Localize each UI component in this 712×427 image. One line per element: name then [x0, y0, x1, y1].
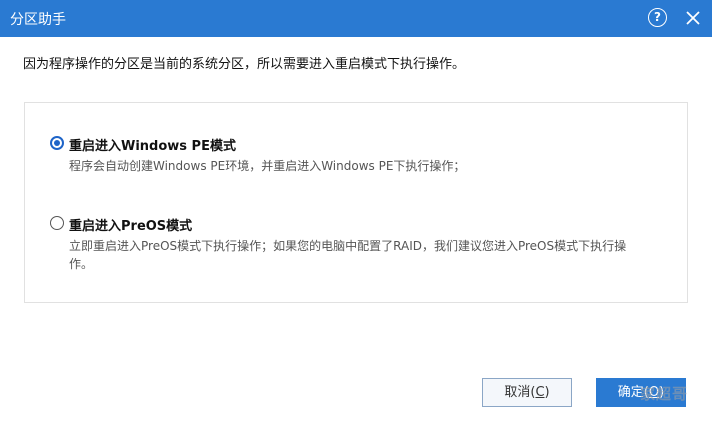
cancel-button-close: ) — [544, 385, 550, 400]
watermark: 家超哥 — [640, 385, 689, 403]
option-windows-pe-label[interactable]: 重启进入Windows PE模式 — [69, 135, 236, 154]
cancel-button-label: 取消( — [504, 385, 536, 400]
options-panel: 重启进入Windows PE模式 程序会自动创建Windows PE环境，并重启… — [24, 102, 688, 303]
help-icon[interactable]: ? — [648, 8, 667, 27]
radio-selected-dot — [54, 140, 60, 146]
close-icon[interactable] — [684, 9, 702, 27]
cancel-button[interactable]: 取消(C) — [482, 378, 572, 407]
option-windows-pe-description: 程序会自动创建Windows PE环境，并重启进入Windows PE下执行操作… — [69, 159, 466, 173]
title-bar: 分区助手 ? — [0, 0, 712, 37]
cancel-hotkey: C — [535, 385, 545, 400]
radio-windows-pe[interactable] — [50, 136, 64, 150]
radio-preos[interactable] — [50, 216, 64, 230]
option-preos-description: 立即重启进入PreOS模式下执行操作；如果您的电脑中配置了RAID，我们建议您进… — [69, 239, 627, 271]
info-message: 因为程序操作的分区是当前的系统分区，所以需要进入重启模式下执行操作。 — [23, 57, 466, 72]
option-preos-label[interactable]: 重启进入PreOS模式 — [69, 215, 192, 234]
window-title: 分区助手 — [10, 12, 66, 28]
